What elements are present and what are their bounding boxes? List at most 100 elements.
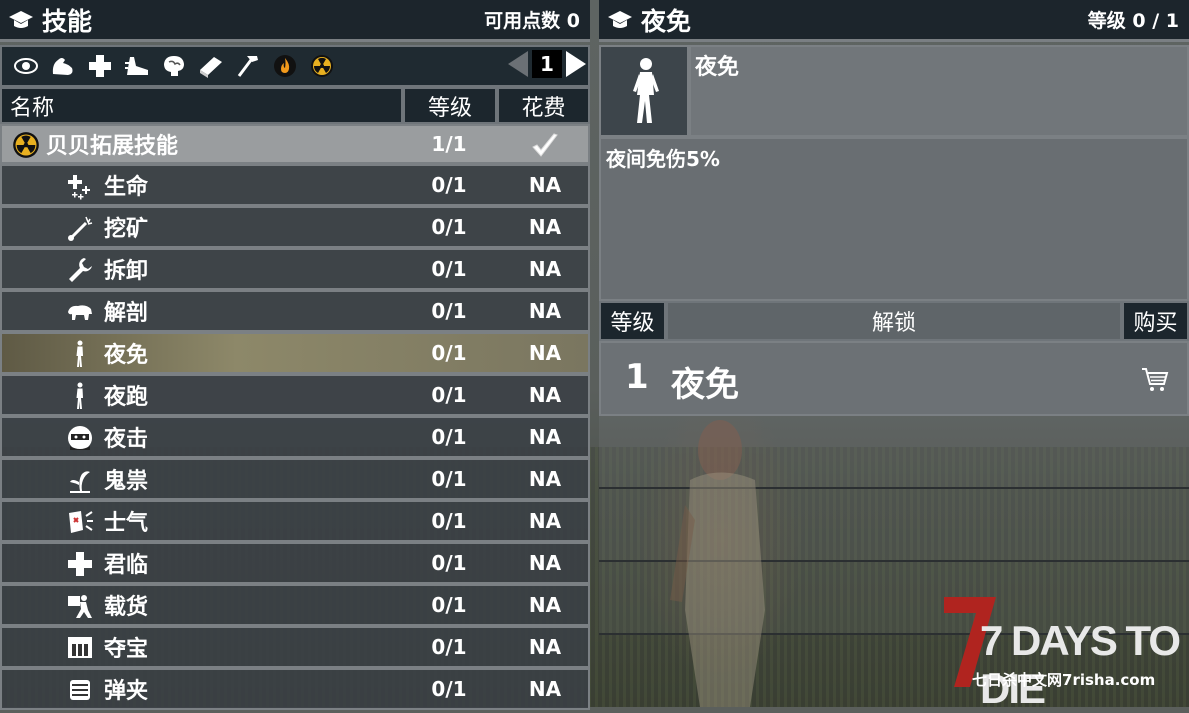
column-level[interactable]: 等级: [403, 87, 497, 124]
skill-level: 0/1: [431, 551, 467, 575]
radiation-icon: [13, 132, 39, 158]
next-page-arrow-icon[interactable]: [566, 51, 586, 77]
column-name[interactable]: 名称: [0, 87, 403, 124]
skill-row-12[interactable]: 夺宝 0/1 NA: [0, 626, 590, 668]
skill-cost: NA: [528, 215, 562, 239]
hammer-icon[interactable]: [235, 53, 261, 79]
cross-icon[interactable]: [87, 53, 113, 79]
skill-cost: NA: [528, 299, 562, 323]
muscle-icon[interactable]: [50, 53, 76, 79]
watermark-site: 七日杀中文网7risha.com: [972, 671, 1156, 689]
skill-row-10[interactable]: 君临 0/1 NA: [0, 542, 590, 584]
game-logo-text: 7 DAYS TO DIE: [980, 617, 1181, 712]
skill-row-7[interactable]: 夜击 0/1 NA: [0, 416, 590, 458]
walking-man-icon: [66, 382, 94, 410]
magazine-icon: [66, 676, 94, 704]
skill-row-13[interactable]: 弹夹 0/1 NA: [0, 668, 590, 710]
skill-name: 士气: [104, 511, 149, 536]
skill-row-1[interactable]: 生命 0/1 NA: [0, 164, 590, 206]
skill-row-8[interactable]: 鬼祟 0/1 NA: [0, 458, 590, 500]
unlock-column-buy: 购买: [1122, 301, 1189, 341]
category-toolbar: 1: [0, 45, 590, 87]
skill-cost: NA: [528, 677, 562, 701]
zombie-figure: [670, 420, 765, 707]
skill-name: 夜击: [104, 427, 149, 452]
unlock-table-header: 等级 解锁 购买: [599, 301, 1189, 341]
skill-level: 0/1: [431, 425, 467, 449]
skill-cost: NA: [528, 425, 562, 449]
skill-cost: NA: [528, 509, 562, 533]
skill-level: 0/1: [431, 257, 467, 281]
skill-level-indicator: 等级 0 / 1: [1087, 10, 1179, 32]
skill-name: 生命: [104, 175, 149, 200]
unlock-row[interactable]: 1 夜免: [599, 341, 1189, 416]
skill-name: 夺宝: [104, 637, 149, 662]
skill-cost: NA: [528, 341, 562, 365]
skill-group-name: 贝贝拓展技能: [46, 134, 179, 159]
skill-row-3[interactable]: 拆卸 0/1 NA: [0, 248, 590, 290]
skill-name: 弹夹: [104, 679, 149, 704]
skill-level: 0/1: [431, 677, 467, 701]
wrench-icon: [66, 256, 94, 284]
mining-icon: [66, 214, 94, 242]
graduation-cap-icon: [9, 10, 33, 28]
check-icon: [532, 133, 558, 157]
skill-level: 0/1: [431, 215, 467, 239]
unlock-column-unlock: 解锁: [666, 301, 1122, 341]
skills-title: 技能: [42, 6, 93, 36]
morale-icon: [66, 508, 94, 536]
skill-cost: NA: [528, 551, 562, 575]
skill-description-box: 夜间免伤5%: [599, 137, 1189, 301]
radiation-icon[interactable]: [309, 53, 335, 79]
skill-level: 0/1: [431, 509, 467, 533]
skill-group-level: 1/1: [431, 132, 467, 156]
graduation-cap-icon: [608, 10, 632, 28]
skill-name: 拆卸: [104, 259, 149, 284]
skill-group-row[interactable]: 贝贝拓展技能 1/1: [0, 124, 590, 164]
skill-description: 夜间免伤5%: [606, 147, 720, 171]
skill-name: 夜跑: [104, 385, 149, 410]
animal-icon: [66, 298, 94, 326]
cross-icon: [66, 550, 94, 578]
game-logo-watermark: 7 DAYS TO DIE 七日杀中文网7risha.com: [940, 595, 1181, 712]
skill-row-4[interactable]: 解剖 0/1 NA: [0, 290, 590, 332]
skill-name: 解剖: [104, 301, 149, 326]
skill-level: 0/1: [431, 341, 467, 365]
skill-cost: NA: [528, 383, 562, 407]
skill-table-header: 名称 等级 花费: [0, 87, 590, 124]
skill-name: 挖矿: [104, 217, 149, 242]
skill-row-2[interactable]: 挖矿 0/1 NA: [0, 206, 590, 248]
running-shoe-icon[interactable]: [124, 53, 150, 79]
skill-level: 0/1: [431, 173, 467, 197]
skill-detail-title: 夜免: [641, 6, 692, 36]
book-icon[interactable]: [198, 53, 224, 79]
skill-cost: NA: [528, 593, 562, 617]
skill-cost: NA: [528, 635, 562, 659]
skill-row-9[interactable]: 士气 0/1 NA: [0, 500, 590, 542]
fire-icon[interactable]: [272, 53, 298, 79]
skill-name-box: 夜免: [689, 45, 1189, 137]
skill-name: 君临: [104, 553, 149, 578]
carry-icon: [66, 592, 94, 620]
skill-level: 0/1: [431, 299, 467, 323]
unlock-level: 1: [625, 357, 649, 397]
skill-icon-frame: [599, 45, 689, 137]
skill-cost: NA: [528, 257, 562, 281]
column-cost[interactable]: 花费: [497, 87, 590, 124]
skill-level: 0/1: [431, 383, 467, 407]
brain-icon[interactable]: [161, 53, 187, 79]
walking-man-icon: [633, 58, 659, 123]
skill-cost: NA: [528, 173, 562, 197]
ninja-icon: [66, 424, 94, 452]
cart-icon[interactable]: [1141, 367, 1169, 393]
skill-row-5[interactable]: 夜免 0/1 NA: [0, 332, 590, 374]
skill-name: 夜免: [695, 55, 740, 80]
eye-icon[interactable]: [13, 53, 39, 79]
skill-row-11[interactable]: 载货 0/1 NA: [0, 584, 590, 626]
prev-page-arrow-icon[interactable]: [508, 51, 528, 77]
skill-row-6[interactable]: 夜跑 0/1 NA: [0, 374, 590, 416]
skill-level: 0/1: [431, 467, 467, 491]
loot-icon: [66, 634, 94, 662]
skill-cost: NA: [528, 467, 562, 491]
skill-detail-header: 夜免 等级 0 / 1: [599, 0, 1189, 42]
